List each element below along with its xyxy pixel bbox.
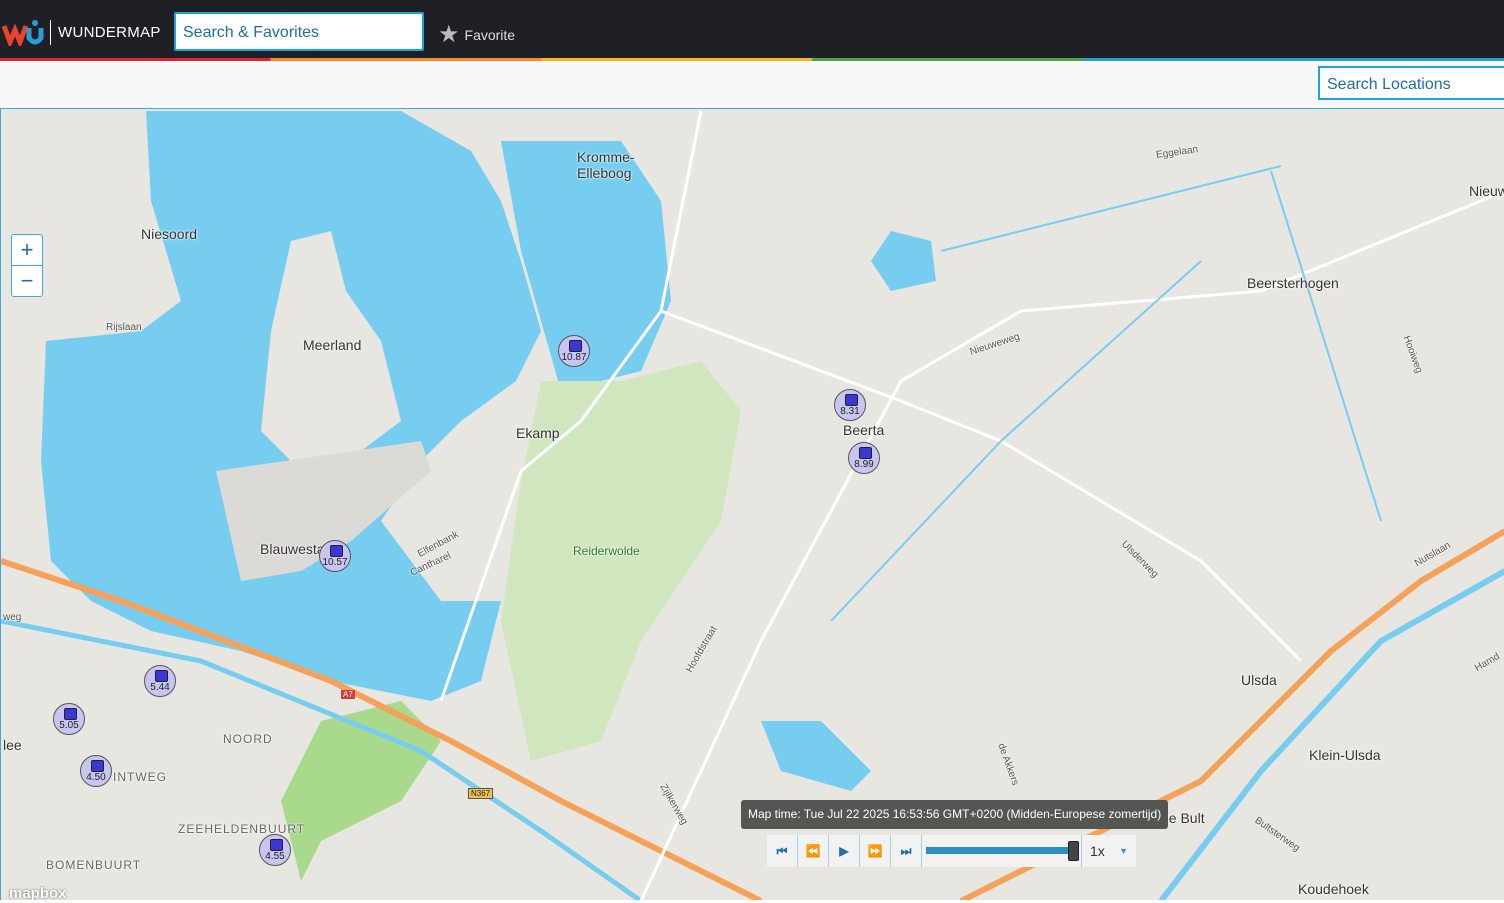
weather-station-marker[interactable]: 10.87	[558, 335, 590, 367]
zoom-out-button[interactable]: −	[12, 266, 42, 297]
play-icon[interactable]: ▶	[829, 835, 860, 867]
district-label: ZEEHELDENBUURT	[178, 822, 306, 836]
animation-player: ⏮ ⏪ ▶ ⏩ ⏭ 1x ▼	[767, 835, 1136, 867]
place-label: Niesoord	[141, 226, 198, 242]
weather-station-marker[interactable]: 5.05	[53, 703, 85, 735]
slider-thumb[interactable]	[1068, 841, 1079, 861]
favorite-label: Favorite	[464, 26, 516, 43]
slider-track	[926, 847, 1073, 854]
search-favorites-input[interactable]: Search & Favorites	[174, 12, 424, 51]
district-label: INTWEG	[113, 770, 167, 784]
weather-station-marker[interactable]: 5.44	[144, 665, 176, 697]
wu-logo[interactable]	[2, 18, 44, 46]
place-label: Beersterhogen	[1247, 275, 1339, 291]
place-label: Ulsda	[1241, 672, 1277, 688]
place-label: Koudehoek	[1298, 881, 1369, 897]
place-label: lee	[3, 737, 22, 753]
weather-station-marker[interactable]: 8.31	[834, 389, 866, 421]
map-layer	[1, 110, 1504, 900]
skip-to-start-icon[interactable]: ⏮	[767, 835, 798, 867]
highway-shield: N367	[468, 788, 494, 799]
place-label: Meerland	[303, 337, 362, 353]
speed-select[interactable]: 1x ▼	[1082, 843, 1136, 859]
favorite-button[interactable]: ★ Favorite	[438, 20, 515, 49]
logo-divider	[50, 20, 51, 45]
star-icon: ★	[438, 21, 460, 48]
dropdown-caret-icon: ▼	[1119, 846, 1128, 856]
place-label: Klein-Ulsda	[1309, 747, 1381, 763]
road-label: Rijslaan	[106, 322, 142, 333]
place-label: Ekamp	[516, 425, 560, 441]
top-bar: WUNDERMAP Search & Favorites ★ Favorite	[0, 0, 1504, 60]
fast-forward-icon[interactable]: ⏩	[860, 835, 891, 867]
map-time-tooltip: Map time: Tue Jul 22 2025 16:53:56 GMT+0…	[741, 800, 1168, 829]
speed-value: 1x	[1090, 843, 1105, 859]
zoom-control: + −	[11, 234, 43, 297]
brand-name: WUNDERMAP	[58, 24, 161, 41]
mapbox-attribution[interactable]: mapbox	[9, 885, 67, 900]
place-label: Beerta	[843, 422, 885, 438]
weather-station-marker[interactable]: 4.50	[80, 755, 112, 787]
sub-bar	[0, 61, 1504, 108]
search-locations-input[interactable]: Search Locations	[1318, 66, 1504, 100]
district-label: BOMENBUURT	[46, 858, 142, 872]
park-label: Reiderwolde	[573, 544, 640, 558]
zoom-in-button[interactable]: +	[12, 235, 42, 266]
skip-to-end-icon[interactable]: ⏭	[891, 835, 922, 867]
weather-station-marker[interactable]: 8.99	[848, 442, 880, 474]
weather-station-marker[interactable]: 4.55	[259, 834, 291, 866]
weather-station-marker[interactable]: 10.57	[319, 540, 351, 572]
place-label: Nieuw	[1469, 183, 1504, 199]
map-canvas[interactable]: Kromme- Elleboog Niesoord Meerland Ekamp…	[0, 108, 1504, 900]
highway-shield: A7	[341, 690, 355, 699]
road-label: weg	[3, 612, 22, 623]
rewind-icon[interactable]: ⏪	[798, 835, 829, 867]
time-slider[interactable]	[922, 835, 1082, 867]
place-label: Kromme- Elleboog	[577, 149, 635, 181]
district-label: NOORD	[223, 732, 273, 746]
